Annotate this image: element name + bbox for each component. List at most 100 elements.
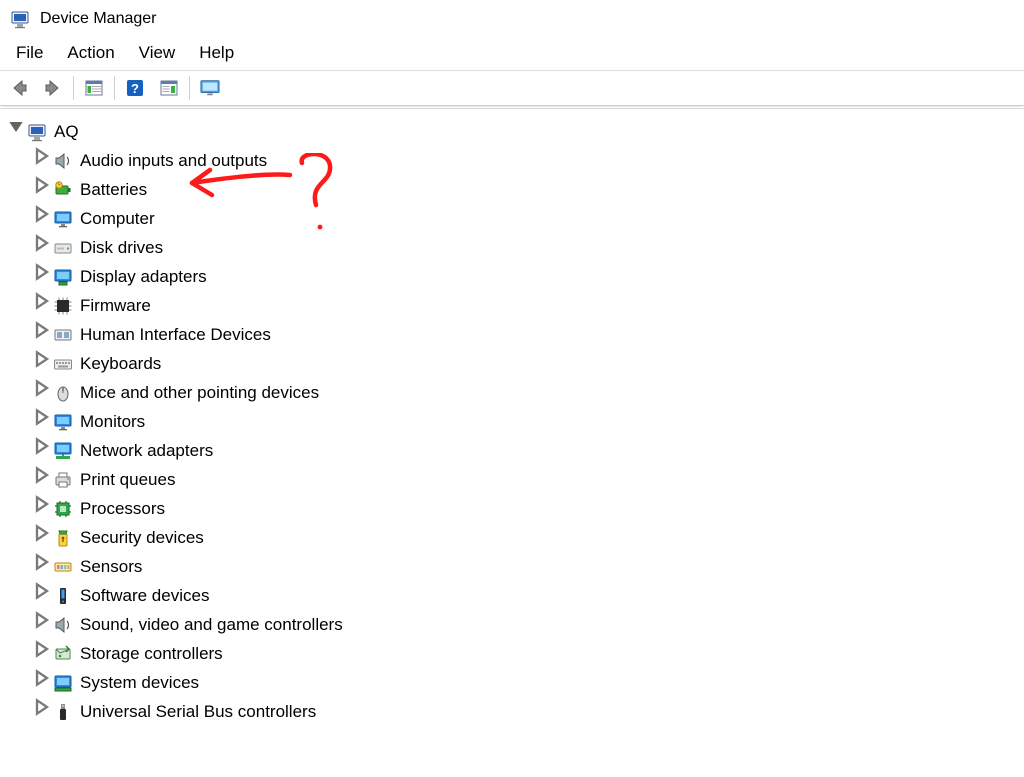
tree-item[interactable]: Display adapters xyxy=(32,262,1020,291)
speaker-icon xyxy=(52,614,74,636)
expand-icon[interactable] xyxy=(32,204,50,234)
expand-icon[interactable] xyxy=(32,465,50,495)
collapse-icon[interactable] xyxy=(6,117,24,147)
expand-icon[interactable] xyxy=(32,146,50,176)
computer-icon xyxy=(10,9,30,29)
toolbar-separator xyxy=(114,76,115,100)
tree-item-label: Sensors xyxy=(80,552,142,581)
tree-item[interactable]: Storage controllers xyxy=(32,639,1020,668)
expand-icon[interactable] xyxy=(32,523,50,553)
tree-item-label: Security devices xyxy=(80,523,204,552)
speaker-icon xyxy=(52,150,74,172)
expand-icon[interactable] xyxy=(32,668,50,698)
tree-item[interactable]: Mice and other pointing devices xyxy=(32,378,1020,407)
expand-icon[interactable] xyxy=(32,639,50,669)
show-hidden-button[interactable] xyxy=(77,73,111,103)
tree-item-label: Firmware xyxy=(80,291,151,320)
back-button[interactable] xyxy=(2,73,36,103)
security-icon xyxy=(52,527,74,549)
properties-button[interactable] xyxy=(152,73,186,103)
tree-item-label: Software devices xyxy=(80,581,209,610)
expand-icon[interactable] xyxy=(32,378,50,408)
tree-item[interactable]: Print queues xyxy=(32,465,1020,494)
tree-item[interactable]: Sound, video and game controllers xyxy=(32,610,1020,639)
expand-icon[interactable] xyxy=(32,320,50,350)
hid-icon xyxy=(52,324,74,346)
window-title: Device Manager xyxy=(40,2,157,36)
cpu-icon xyxy=(52,498,74,520)
help-button[interactable]: ? xyxy=(118,73,152,103)
tree-item[interactable]: System devices xyxy=(32,668,1020,697)
menu-view[interactable]: View xyxy=(127,40,188,66)
expand-icon[interactable] xyxy=(32,291,50,321)
tree-item-label: Processors xyxy=(80,494,165,523)
tree-item-label: Network adapters xyxy=(80,436,213,465)
tree-item-label: Human Interface Devices xyxy=(80,320,271,349)
expand-icon[interactable] xyxy=(32,233,50,263)
tree-item-label: Print queues xyxy=(80,465,175,494)
tree-item[interactable]: Computer xyxy=(32,204,1020,233)
tree-item-label: Computer xyxy=(80,204,155,233)
menu-help[interactable]: Help xyxy=(187,40,246,66)
tree-item-label: System devices xyxy=(80,668,199,697)
tree-item[interactable]: Security devices xyxy=(32,523,1020,552)
svg-text:?: ? xyxy=(131,81,139,96)
printer-icon xyxy=(52,469,74,491)
keyboard-icon xyxy=(52,353,74,375)
tree-item-label: Sound, video and game controllers xyxy=(80,610,343,639)
title-bar: Device Manager xyxy=(0,0,1024,36)
expand-icon[interactable] xyxy=(32,262,50,292)
sensor-icon xyxy=(52,556,74,578)
software-icon xyxy=(52,585,74,607)
tree-item[interactable]: Disk drives xyxy=(32,233,1020,262)
tree-item-label: Audio inputs and outputs xyxy=(80,146,267,175)
tree-item-label: Batteries xyxy=(80,175,147,204)
expand-icon[interactable] xyxy=(32,407,50,437)
expand-icon[interactable] xyxy=(32,175,50,205)
expand-icon[interactable] xyxy=(32,494,50,524)
chip-icon xyxy=(52,295,74,317)
menu-bar: File Action View Help xyxy=(0,36,1024,71)
device-tree[interactable]: AQ Audio inputs and outputsBatteriesComp… xyxy=(0,108,1024,777)
display-adapter-icon xyxy=(52,266,74,288)
system-icon xyxy=(52,672,74,694)
tree-item-label: Universal Serial Bus controllers xyxy=(80,697,316,726)
tree-item[interactable]: Batteries xyxy=(32,175,1020,204)
tree-item[interactable]: Sensors xyxy=(32,552,1020,581)
tree-item[interactable]: Monitors xyxy=(32,407,1020,436)
tree-item-label: Storage controllers xyxy=(80,639,223,668)
tree-root-label: AQ xyxy=(54,117,79,146)
computer-icon xyxy=(26,121,48,143)
expand-icon[interactable] xyxy=(32,349,50,379)
tree-item[interactable]: Software devices xyxy=(32,581,1020,610)
drive-icon xyxy=(52,237,74,259)
tree-item[interactable]: Audio inputs and outputs xyxy=(32,146,1020,175)
tree-item[interactable]: Keyboards xyxy=(32,349,1020,378)
tree-item[interactable]: Firmware xyxy=(32,291,1020,320)
tree-item-label: Mice and other pointing devices xyxy=(80,378,319,407)
storage-icon xyxy=(52,643,74,665)
tree-item[interactable]: Network adapters xyxy=(32,436,1020,465)
expand-icon[interactable] xyxy=(32,436,50,466)
tree-item-label: Monitors xyxy=(80,407,145,436)
tree-item-label: Disk drives xyxy=(80,233,163,262)
battery-icon xyxy=(52,179,74,201)
forward-button[interactable] xyxy=(36,73,70,103)
toolbar-separator xyxy=(73,76,74,100)
usb-icon xyxy=(52,701,74,723)
menu-file[interactable]: File xyxy=(4,40,55,66)
tree-root[interactable]: AQ xyxy=(6,117,1020,146)
expand-icon[interactable] xyxy=(32,610,50,640)
expand-icon[interactable] xyxy=(32,697,50,727)
tree-item[interactable]: Universal Serial Bus controllers xyxy=(32,697,1020,726)
expand-icon[interactable] xyxy=(32,581,50,611)
tree-item[interactable]: Processors xyxy=(32,494,1020,523)
tree-item[interactable]: Human Interface Devices xyxy=(32,320,1020,349)
scan-button[interactable] xyxy=(193,73,227,103)
monitor-icon xyxy=(52,411,74,433)
tree-item-label: Keyboards xyxy=(80,349,161,378)
menu-action[interactable]: Action xyxy=(55,40,126,66)
toolbar-separator xyxy=(189,76,190,100)
toolbar: ? xyxy=(0,71,1024,106)
expand-icon[interactable] xyxy=(32,552,50,582)
